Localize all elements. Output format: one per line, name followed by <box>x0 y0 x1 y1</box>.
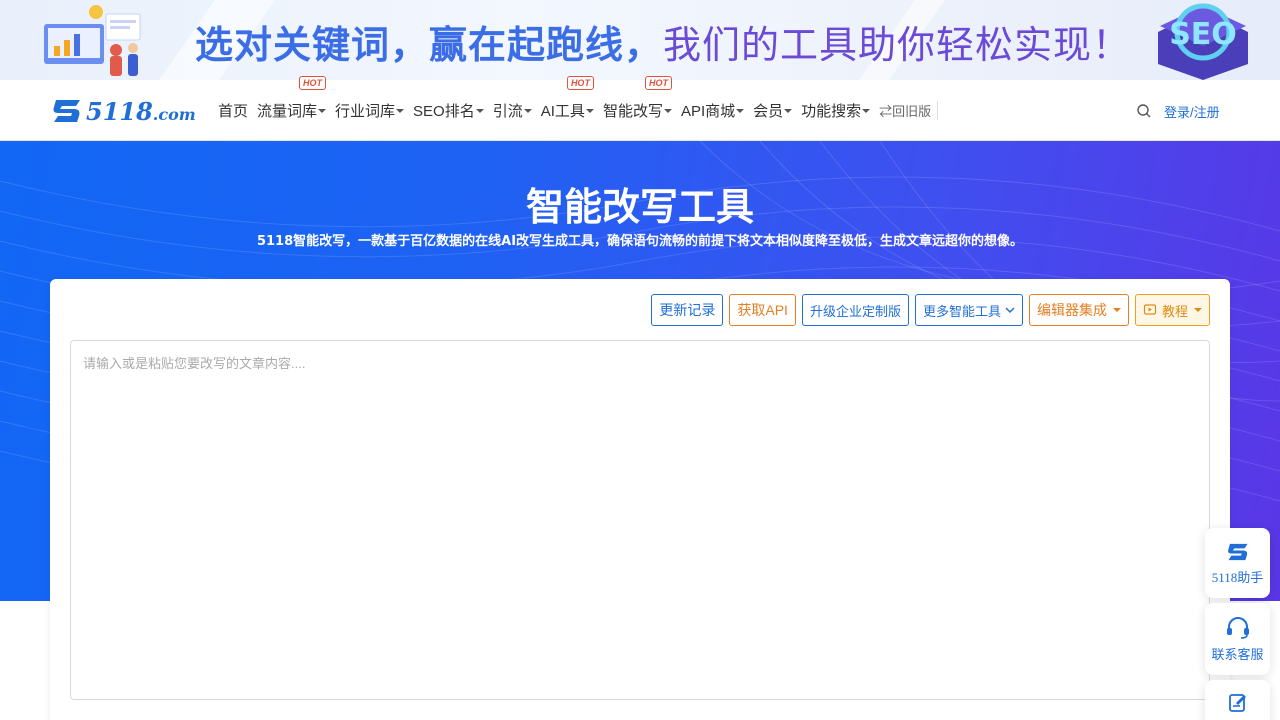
banner-slogan-secondary: 我们的工具助你轻松实现！ <box>663 23 1132 67</box>
assistant-logo-icon <box>1227 543 1248 560</box>
editor-integration-button[interactable]: 编辑器集成 <box>1028 294 1129 326</box>
more-tools-label: 更多智能工具 <box>922 303 1001 319</box>
login-register-link[interactable]: 登录/注册 <box>1164 102 1220 121</box>
nav-item-label: 智能改写 <box>602 103 663 120</box>
old-version-link[interactable]: ⇄回旧版 <box>879 101 939 120</box>
caret-down-icon <box>862 108 871 113</box>
caret-down-icon <box>784 108 793 113</box>
logo-number: 5118 <box>86 96 153 126</box>
card-toolbar: 更新记录 获取API 升级企业定制版 更多智能工具 编辑器集成 教程 <box>651 294 1210 326</box>
hot-badge: HOT <box>566 76 594 90</box>
edit-note-icon <box>1228 694 1246 712</box>
article-input[interactable] <box>70 340 1210 700</box>
logo-domain: .com <box>152 104 196 124</box>
nav-item-seo-ranking[interactable]: SEO排名 <box>413 100 484 121</box>
assistant-label: 5118助手 <box>1211 569 1264 585</box>
seo-badge-text: SEO <box>1169 17 1237 52</box>
caret-down-icon <box>318 108 327 113</box>
nav-item-label: 功能搜索 <box>801 103 862 120</box>
enterprise-upgrade-button[interactable]: 升级企业定制版 <box>801 294 909 326</box>
feedback-widget[interactable] <box>1205 680 1270 720</box>
banner-slogan-primary: 选对关键词，赢在起跑线， <box>195 23 664 67</box>
nav-item-home[interactable]: 首页 <box>218 100 248 121</box>
nav-item-label: 引流 <box>492 103 523 120</box>
hot-badge: HOT <box>299 76 327 90</box>
editor-integration-label: 编辑器集成 <box>1036 302 1107 318</box>
assistant-widget[interactable]: 5118助手 <box>1205 528 1270 598</box>
nav-item-label: 流量词库 <box>257 103 318 120</box>
get-api-button[interactable]: 获取API <box>729 294 796 326</box>
caret-down-icon <box>736 108 745 113</box>
headset-icon <box>1226 616 1249 639</box>
more-tools-button[interactable]: 更多智能工具 <box>914 294 1023 326</box>
nav-item-api-store[interactable]: API商城 <box>680 100 745 121</box>
page-subtitle: 5118智能改写，一款基于百亿数据的在线AI改写生成工具，确保语句流畅的前提下将… <box>256 234 1024 249</box>
seo-badge-icon: SEO <box>1158 3 1248 80</box>
caret-down-icon <box>1194 308 1202 312</box>
nav-item-traffic-keywords[interactable]: HOT 流量词库 <box>257 76 327 121</box>
nav-item-membership[interactable]: 会员 <box>753 100 793 121</box>
rewrite-card: 更新记录 获取API 升级企业定制版 更多智能工具 编辑器集成 教程 <box>50 279 1230 720</box>
nav-item-feature-search[interactable]: 功能搜索 <box>801 100 871 121</box>
nav-item-industry-keywords[interactable]: 行业词库 <box>335 100 405 121</box>
main-navbar: 5118.com 首页 HOT 流量词库 行业词库 SEO排名 引流 HOT AI工… <box>0 76 1280 141</box>
caret-down-icon <box>663 108 672 113</box>
caret-down-icon <box>475 108 484 113</box>
caret-down-icon <box>396 108 405 113</box>
nav-item-label: AI工具 <box>540 103 585 120</box>
nav-item-label: SEO排名 <box>413 103 475 120</box>
search-icon[interactable] <box>1136 103 1152 119</box>
customer-service-label: 联系客服 <box>1211 646 1264 662</box>
tutorial-button[interactable]: 教程 <box>1134 294 1210 326</box>
caret-down-icon <box>1112 308 1121 312</box>
tutorial-icon <box>1143 304 1157 315</box>
nav-item-label: 首页 <box>218 103 249 120</box>
nav-item-label: API商城 <box>680 103 736 120</box>
logo-mark-icon <box>53 100 80 122</box>
site-logo[interactable]: 5118.com <box>50 96 196 126</box>
banner-slogan: 选对关键词，赢在起跑线，我们的工具助你轻松实现！ <box>195 14 1131 69</box>
banner-illustration-icon <box>44 5 141 76</box>
caret-down-icon <box>585 108 594 113</box>
nav-item-traffic-drive[interactable]: 引流 <box>493 100 532 121</box>
chevron-down-icon <box>1005 307 1015 314</box>
logo-text: 5118.com <box>86 97 196 126</box>
tutorial-label: 教程 <box>1161 303 1188 319</box>
nav-item-label: 会员 <box>753 103 784 120</box>
customer-service-widget[interactable]: 联系客服 <box>1205 603 1270 675</box>
nav-item-ai-tools[interactable]: HOT AI工具 <box>540 76 594 121</box>
hot-badge: HOT <box>644 76 672 90</box>
page-title: 智能改写工具 <box>525 185 754 229</box>
nav-menu: 首页 HOT 流量词库 行业词库 SEO排名 引流 HOT AI工具 HOT 智能改写… <box>218 76 939 141</box>
caret-down-icon <box>523 108 532 113</box>
top-banner[interactable]: 选对关键词，赢在起跑线，我们的工具助你轻松实现！ SEO <box>0 0 1280 80</box>
nav-item-label: 行业词库 <box>335 103 396 120</box>
nav-item-smart-rewrite[interactable]: HOT 智能改写 <box>602 76 672 121</box>
changelog-button[interactable]: 更新记录 <box>651 294 724 326</box>
